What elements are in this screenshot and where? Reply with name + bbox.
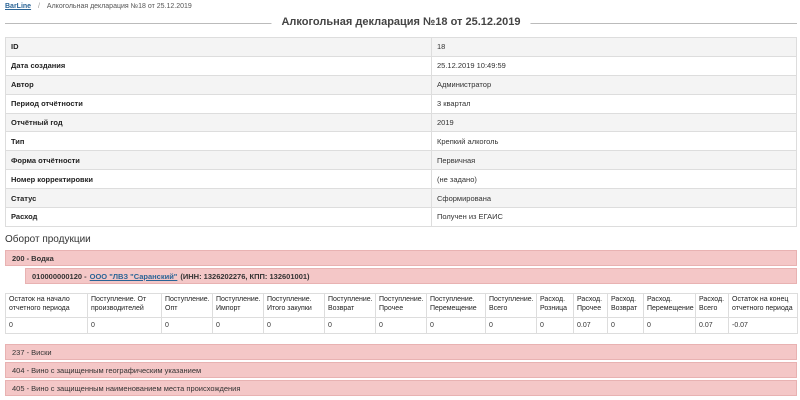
table-cell: 0 (607, 317, 644, 334)
manufacturer-org-link[interactable]: ООО "ЛВЗ "Саранский" (90, 272, 178, 281)
detail-label: Форма отчётности (5, 150, 432, 171)
detail-label: Номер корректировки (5, 169, 432, 190)
table-cell: 0 (485, 317, 537, 334)
section-title-turnover: Оборот продукции (5, 234, 91, 245)
detail-label: ID (5, 37, 432, 57)
manufacturer-details: (ИНН: 1326202276, КПП: 132601001) (180, 271, 310, 281)
detail-row-status: Статус Сформирована (5, 188, 797, 209)
column-header: Остаток на начало отчетного периода (5, 293, 88, 318)
detail-row-form: Форма отчётности Первичная (5, 150, 797, 171)
detail-label: Тип (5, 131, 432, 152)
declaration-details-table: ID 18 Дата создания 25.12.2019 10:49:59 … (5, 37, 797, 227)
detail-value: 2019 (431, 112, 797, 133)
table-cell: 0 (161, 317, 213, 334)
detail-value: Крепкий алкоголь (431, 131, 797, 152)
column-header: Поступление. Итого закупки (263, 293, 325, 318)
detail-row-type: Тип Крепкий алкоголь (5, 131, 797, 152)
detail-value: (не задано) (431, 169, 797, 190)
detail-label: Период отчётности (5, 93, 432, 114)
detail-label: Дата создания (5, 55, 432, 76)
detail-value: Первичная (431, 150, 797, 171)
manufacturer-header[interactable]: 010000000120 - ООО "ЛВЗ "Саранский" (ИНН… (25, 268, 797, 284)
turnover-header-row: Остаток на начало отчетного периода Пост… (5, 293, 798, 318)
group-header-wine-origin[interactable]: 405 - Вино с защищенным наименованием ме… (5, 380, 797, 396)
column-header: Поступление. Возврат (324, 293, 376, 318)
detail-row-id: ID 18 (5, 37, 797, 57)
detail-label: Отчётный год (5, 112, 432, 133)
page-title-block: Алкогольная декларация №18 от 25.12.2019 (5, 15, 797, 33)
table-cell: 0 (87, 317, 162, 334)
column-header: Расход. Всего (695, 293, 729, 318)
column-header: Расход. Розница (536, 293, 574, 318)
group-header-whisky[interactable]: 237 - Виски (5, 344, 797, 360)
manufacturer-code: 010000000120 - (32, 271, 87, 281)
detail-row-year: Отчётный год 2019 (5, 112, 797, 133)
detail-value: Получен из ЕГАИС (431, 207, 797, 227)
column-header: Поступление. Прочее (375, 293, 427, 318)
column-header: Поступление. Импорт (212, 293, 264, 318)
table-cell: 0 (263, 317, 325, 334)
table-cell: 0 (426, 317, 486, 334)
page-title: Алкогольная декларация №18 от 25.12.2019 (271, 16, 531, 28)
column-header: Расход. Перемещение (643, 293, 696, 318)
detail-row-period: Период отчётности 3 квартал (5, 93, 797, 114)
column-header: Поступление. Перемещение (426, 293, 486, 318)
detail-value: 25.12.2019 10:49:59 (431, 55, 797, 76)
detail-value: Администратор (431, 74, 797, 95)
group-header-vodka[interactable]: 200 - Водка (5, 250, 797, 266)
column-header: Поступление. От производителей (87, 293, 162, 318)
breadcrumb: BarLine / Алкогольная декларация №18 от … (5, 3, 192, 13)
breadcrumb-home-link[interactable]: BarLine (5, 3, 31, 10)
column-header: Поступление. Всего (485, 293, 537, 318)
detail-row-consumption: Расход Получен из ЕГАИС (5, 207, 797, 227)
table-cell: 0 (324, 317, 376, 334)
detail-value: Сформирована (431, 188, 797, 209)
table-row: 0 0 0 0 0 0 0 0 0 0 0.07 0 0 0.07 -0.07 (5, 317, 798, 334)
table-cell: 0.07 (573, 317, 608, 334)
detail-row-author: Автор Администратор (5, 74, 797, 95)
table-cell: 0 (5, 317, 88, 334)
table-cell: 0 (536, 317, 574, 334)
table-cell: 0 (212, 317, 264, 334)
breadcrumb-separator: / (38, 3, 40, 10)
column-header: Расход. Прочее (573, 293, 608, 318)
detail-label: Статус (5, 188, 432, 209)
table-cell: -0.07 (728, 317, 798, 334)
detail-value: 3 квартал (431, 93, 797, 114)
table-cell: 0.07 (695, 317, 729, 334)
detail-label: Расход (5, 207, 432, 227)
detail-row-correction: Номер корректировки (не задано) (5, 169, 797, 190)
detail-label: Автор (5, 74, 432, 95)
column-header: Расход. Возврат (607, 293, 644, 318)
detail-value: 18 (431, 37, 797, 57)
breadcrumb-current: Алкогольная декларация №18 от 25.12.2019 (46, 3, 192, 10)
turnover-table: Остаток на начало отчетного периода Пост… (5, 293, 798, 334)
table-cell: 0 (643, 317, 696, 334)
group-header-wine-geo[interactable]: 404 - Вино с защищенным географическим у… (5, 362, 797, 378)
column-header: Поступление. Опт (161, 293, 213, 318)
column-header: Остаток на конец отчетного периода (728, 293, 798, 318)
table-cell: 0 (375, 317, 427, 334)
detail-row-created: Дата создания 25.12.2019 10:49:59 (5, 55, 797, 76)
